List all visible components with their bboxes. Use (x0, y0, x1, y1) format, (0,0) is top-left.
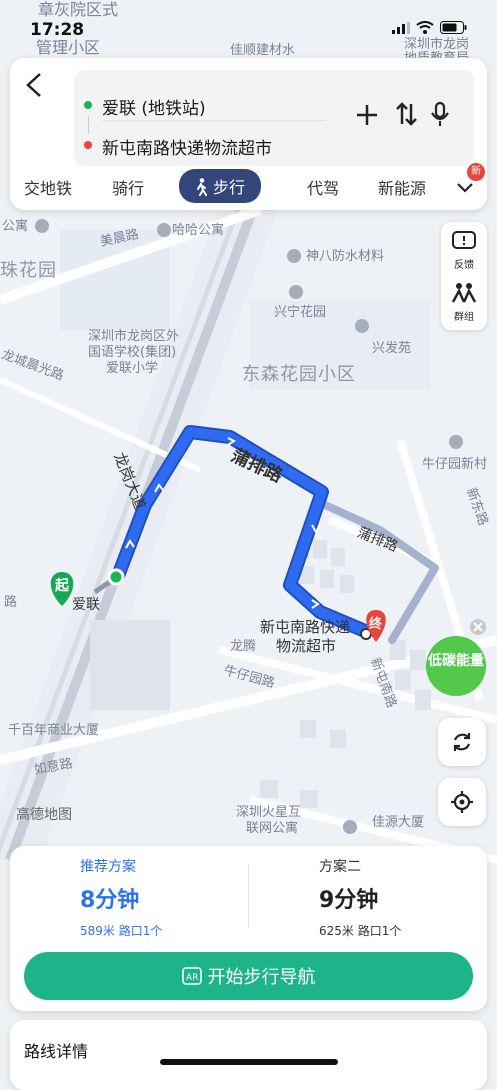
refresh-icon (453, 733, 471, 751)
map-label-zhuhuayuan: 珠花园 (0, 260, 57, 281)
plan-two-detail: 625米 路口1个 (319, 924, 402, 938)
map-label-school3: 爱联小学 (106, 361, 159, 376)
microphone-icon (431, 101, 449, 126)
map-label-school1: 深圳市龙岗区外 (88, 329, 180, 344)
group-label: 群组 (454, 312, 474, 323)
plan-recommended-tag: 推荐方案 (80, 859, 136, 875)
map-label-qianbai: 千百年商业大厦 (8, 723, 100, 738)
svg-text:AR: AR (186, 973, 198, 983)
plan-recommended-time: 8分钟 (80, 888, 140, 913)
map-label-gongyu: 公寓 (2, 219, 29, 234)
map-label-xingning: 兴宁花园 (274, 305, 327, 320)
refresh-route-button[interactable] (438, 718, 486, 766)
route-divider (88, 116, 89, 134)
map-label-lu: 路 (4, 595, 18, 610)
route-details-title: 路线详情 (24, 1042, 89, 1061)
low-carbon-energy[interactable]: 低碳能量 (428, 652, 484, 670)
feedback-label: 反馈 (454, 260, 474, 271)
map-label-jia: 佳源大厦 (372, 815, 425, 830)
voice-input-button[interactable] (430, 101, 450, 134)
input-separator (102, 120, 326, 121)
plus-icon (357, 105, 377, 125)
ar-icon: AR (181, 967, 202, 985)
origin-dot (84, 101, 92, 109)
route-inputs: 爱联 (地铁站) 新屯南路快递物流超市 (74, 70, 474, 166)
plan-divider (248, 864, 249, 928)
tab-transit[interactable]: 交地铁 (24, 175, 72, 199)
walking-person-icon (197, 178, 207, 196)
home-indicator (160, 1059, 338, 1065)
status-icons (392, 21, 467, 34)
feedback-button[interactable]: 反馈 (441, 226, 487, 274)
map-label-longteng: 龙腾 (230, 639, 257, 654)
tab-designated-driver[interactable]: 代驾 (307, 175, 339, 199)
battery-icon (440, 21, 467, 34)
status-time: 17:28 (30, 20, 85, 40)
chevron-left-icon (26, 73, 41, 97)
group-people-icon (451, 283, 477, 303)
plan-recommended-detail: 589米 路口1个 (80, 924, 163, 938)
map-label-huoxing1: 深圳火星互 (236, 805, 302, 820)
feedback-icon (452, 231, 476, 249)
tab-new-energy[interactable]: 新能源 (378, 175, 426, 199)
route-search-card: 爱联 (地铁站) 新屯南路快递物流超市 交地铁 骑行 步行 代驾 新能源 新 (10, 58, 487, 210)
map-label-school2: 国语学校(集团) (88, 345, 177, 360)
start-nav-label: 开始步行导航 (207, 967, 316, 988)
add-waypoint-button[interactable] (356, 103, 378, 133)
map-label-dest-1: 新屯南路快递 (260, 618, 351, 636)
map-label-gaode: 高德地图 (16, 807, 72, 823)
start-marker-label: 起 (55, 578, 69, 594)
tab-bike[interactable]: 骑行 (112, 175, 144, 199)
cellular-signal-icon (392, 21, 410, 34)
status-bar: 17:28 (0, 0, 497, 44)
group-button[interactable]: 群组 (441, 278, 487, 326)
swap-arrows-icon (396, 102, 417, 126)
map-label-xingfa: 兴发苑 (372, 341, 412, 356)
plan-two[interactable]: 方案二 9分钟 625米 路口1个 (319, 856, 401, 939)
back-button[interactable] (24, 70, 52, 106)
start-walking-navigation-button[interactable]: AR 开始步行导航 (24, 952, 473, 1000)
side-tools-panel: 反馈 群组 (441, 222, 487, 330)
plan-two-time: 9分钟 (319, 888, 379, 913)
map-label-dongsen: 东森花园小区 (242, 364, 356, 385)
map-label-hada: 哈哈公寓 (172, 223, 225, 238)
end-marker-label: 终 (369, 617, 383, 632)
destination-dot (84, 141, 92, 149)
tab-walk-label: 步行 (213, 178, 246, 197)
route-details-card[interactable]: 路线详情 (10, 1020, 487, 1090)
new-badge: 新 (467, 163, 485, 181)
more-modes-button[interactable] (456, 179, 474, 198)
swap-route-button[interactable] (395, 101, 417, 134)
travel-mode-tabs: 交地铁 骑行 步行 代驾 新能源 新 (10, 163, 487, 205)
map-label-shenba: 神八防水材料 (306, 249, 385, 264)
locate-me-button[interactable] (438, 778, 486, 826)
map-label-dest-2: 物流超市 (276, 637, 337, 655)
map-label-niuzai-xc: 牛仔园新村 (422, 457, 488, 472)
plan-recommended[interactable]: 推荐方案 8分钟 589米 路口1个 (80, 856, 162, 939)
map-label-huoxing2: 联网公寓 (246, 821, 299, 836)
map-label-jiahui: 佳顺建材水 (230, 43, 296, 58)
chevron-down-icon (457, 183, 473, 193)
wifi-icon (416, 21, 434, 34)
locate-icon (451, 791, 473, 813)
origin-input[interactable]: 爱联 (地铁站) (102, 94, 206, 119)
tab-walk[interactable]: 步行 (179, 169, 262, 203)
route-plans-card: 推荐方案 8分钟 589米 路口1个 方案二 9分钟 625米 路口1个 AR … (10, 846, 487, 1011)
map-label-ailian: 爱联 (72, 597, 100, 613)
plan-two-tag: 方案二 (319, 859, 361, 875)
destination-input[interactable]: 新屯南路快递物流超市 (102, 134, 272, 159)
